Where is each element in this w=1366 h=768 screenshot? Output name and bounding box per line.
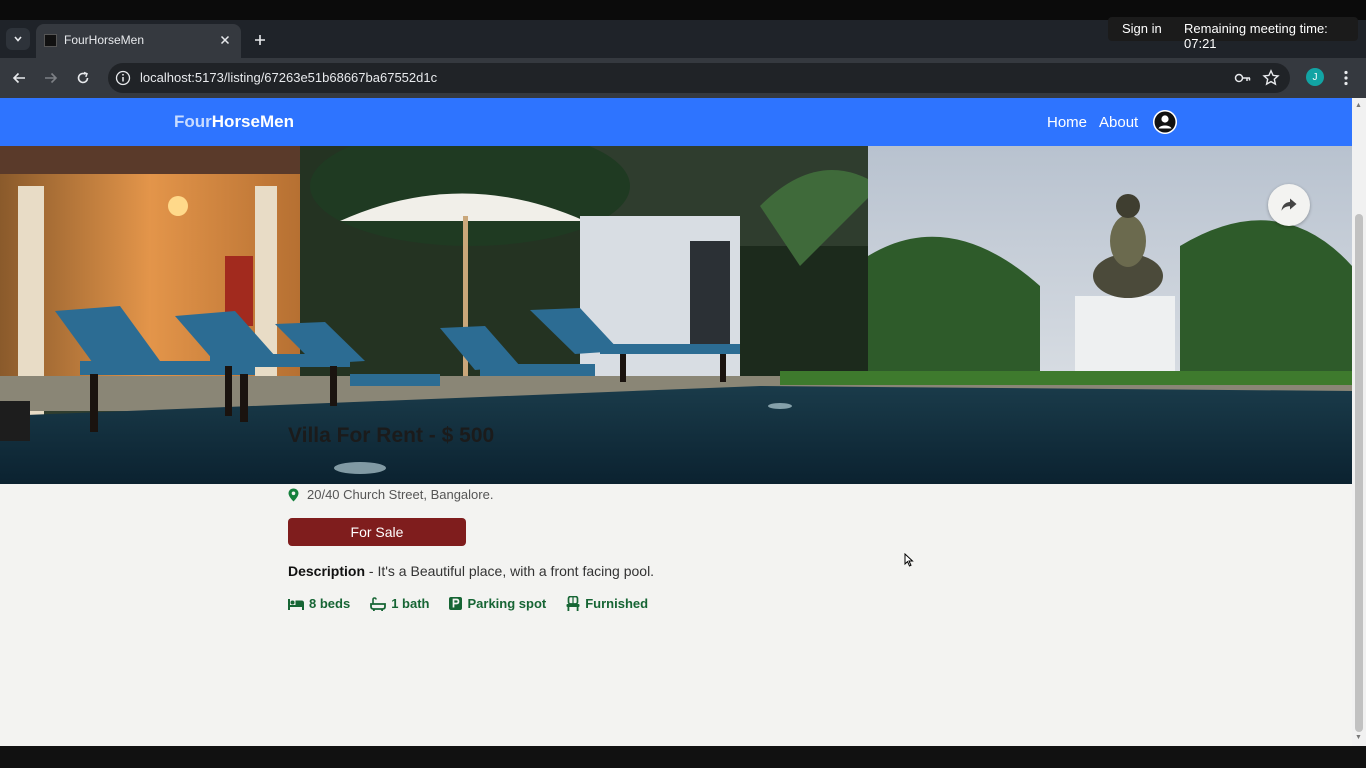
address-text: 20/40 Church Street, Bangalore. bbox=[307, 487, 494, 502]
baths-label: 1 bath bbox=[391, 596, 430, 611]
url-text[interactable]: localhost:5173/listing/67263e51b68667ba6… bbox=[140, 70, 437, 85]
bath-icon bbox=[370, 596, 387, 611]
page-scrollbar[interactable]: ▲ ▼ bbox=[1352, 98, 1366, 746]
sale-status-badge: For Sale bbox=[288, 518, 466, 546]
feature-furnished: Furnished bbox=[566, 596, 648, 611]
password-key-icon[interactable] bbox=[1234, 70, 1252, 86]
browser-menu-button[interactable] bbox=[1338, 68, 1354, 88]
share-button[interactable] bbox=[1268, 184, 1310, 226]
furnished-label: Furnished bbox=[585, 596, 649, 611]
scroll-down-arrow-icon[interactable]: ▼ bbox=[1355, 734, 1362, 741]
tab-title: FourHorseMen bbox=[64, 33, 145, 47]
listing-address: 20/40 Church Street, Bangalore. bbox=[288, 487, 493, 502]
arrow-left-icon bbox=[12, 72, 25, 84]
listing-description: Description - It's a Beautiful place, wi… bbox=[288, 563, 654, 579]
favicon-icon bbox=[44, 34, 57, 47]
pool-villa-image bbox=[0, 146, 1352, 484]
reload-button[interactable] bbox=[72, 67, 94, 89]
close-tab-button[interactable] bbox=[217, 32, 233, 48]
site-logo[interactable]: FourHorseMen bbox=[174, 112, 294, 132]
share-arrow-icon bbox=[1281, 198, 1297, 211]
beds-label: 8 beds bbox=[309, 596, 351, 611]
bottom-black-bar bbox=[0, 746, 1366, 768]
bookmark-star-icon[interactable] bbox=[1262, 69, 1280, 87]
chair-icon bbox=[566, 596, 580, 611]
mouse-cursor-icon bbox=[904, 552, 914, 572]
site-header: FourHorseMen Home About bbox=[0, 98, 1352, 146]
feature-parking: Parking spot bbox=[449, 596, 546, 611]
reload-icon bbox=[77, 71, 89, 84]
parking-label: Parking spot bbox=[467, 596, 547, 611]
back-button[interactable] bbox=[8, 67, 30, 89]
feature-list: 8 beds 1 bath Parking spot Furnished bbox=[288, 596, 648, 611]
info-icon[interactable] bbox=[115, 70, 131, 86]
meeting-overlay: Sign in Remaining meeting time: 07:21 bbox=[1108, 17, 1358, 51]
listing-title: Villa For Rent - $ 500 bbox=[288, 424, 495, 447]
browser-tab[interactable]: FourHorseMen bbox=[36, 24, 241, 58]
scrollbar-thumb[interactable] bbox=[1355, 214, 1363, 732]
address-bar[interactable]: localhost:5173/listing/67263e51b68667ba6… bbox=[108, 63, 1290, 93]
map-pin-icon bbox=[288, 488, 299, 501]
parking-icon bbox=[449, 597, 463, 610]
close-icon bbox=[220, 35, 230, 45]
feature-baths: 1 bath bbox=[370, 596, 429, 611]
brand-part-one: Four bbox=[174, 112, 212, 131]
brand-part-two: HorseMen bbox=[211, 112, 294, 131]
plus-icon bbox=[255, 35, 265, 45]
new-tab-button[interactable] bbox=[250, 30, 270, 50]
feature-beds: 8 beds bbox=[288, 596, 350, 611]
nav-home-link[interactable]: Home bbox=[1047, 114, 1087, 131]
sign-in-link[interactable]: Sign in bbox=[1122, 21, 1162, 36]
address-toolbar: localhost:5173/listing/67263e51b68667ba6… bbox=[0, 58, 1366, 98]
description-label: Description bbox=[288, 563, 366, 579]
profile-avatar[interactable]: J bbox=[1306, 68, 1324, 86]
tab-search-button[interactable] bbox=[6, 28, 30, 50]
kebab-menu-icon bbox=[1344, 70, 1348, 86]
forward-button[interactable] bbox=[40, 67, 62, 89]
page-viewport: FourHorseMen Home About bbox=[0, 98, 1352, 746]
nav-about-link[interactable]: About bbox=[1099, 114, 1138, 131]
bed-icon bbox=[288, 598, 304, 610]
listing-photo bbox=[0, 146, 1352, 484]
scroll-up-arrow-icon[interactable]: ▲ bbox=[1355, 102, 1362, 109]
chevron-down-icon bbox=[14, 36, 22, 42]
meeting-time-text: Remaining meeting time: 07:21 bbox=[1184, 21, 1328, 51]
arrow-right-icon bbox=[45, 72, 58, 84]
user-avatar-icon[interactable] bbox=[1153, 110, 1177, 134]
description-text: - It's a Beautiful place, with a front f… bbox=[365, 563, 655, 579]
